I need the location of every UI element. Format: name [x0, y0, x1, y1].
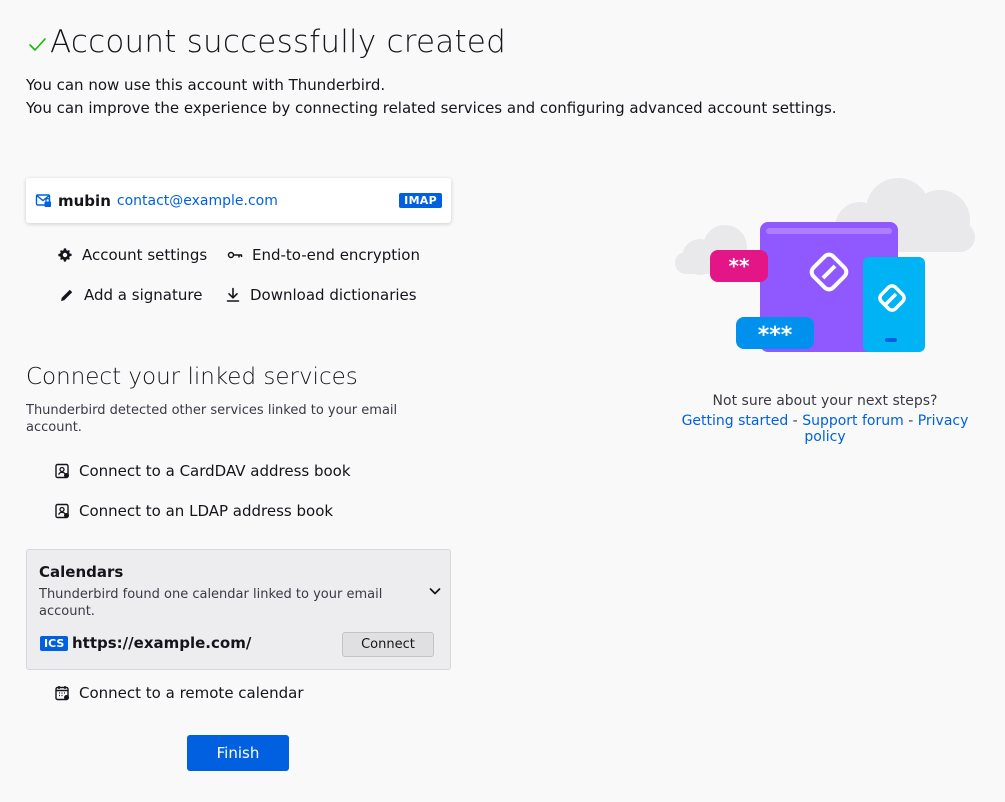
link-separator: - [903, 413, 918, 429]
download-dictionaries-link[interactable]: Download dictionaries [225, 286, 417, 304]
checkmark-icon [29, 38, 46, 51]
e2e-encryption-link[interactable]: End-to-end encryption [227, 246, 420, 264]
intro-line-2: You can improve the experience by connec… [26, 99, 837, 117]
linked-services-desc: Thunderbird detected other services link… [26, 403, 398, 435]
finish-button[interactable]: Finish [187, 735, 289, 771]
calendar-url: https://example.com/ [72, 634, 252, 652]
account-card: mubin contact@example.com IMAP [26, 178, 451, 223]
calendar-icon [55, 686, 69, 701]
gear-icon [58, 248, 72, 262]
svg-text:**: ** [729, 254, 750, 278]
account-settings-label: Account settings [82, 246, 208, 264]
connect-calendar-button[interactable]: Connect [342, 632, 434, 657]
account-illustration: ** *** [675, 178, 975, 352]
svg-text:***: *** [758, 323, 793, 348]
support-forum-link[interactable]: Support forum [802, 413, 904, 429]
carddav-link[interactable]: Connect to a CardDAV address book [54, 462, 351, 480]
account-settings-link[interactable]: Account settings [57, 246, 207, 264]
calendars-title: Calendars [39, 563, 124, 581]
linked-services-title: Connect your linked services [26, 364, 358, 390]
title-row: Account successfully created [26, 24, 506, 60]
remote-calendar-label: Connect to a remote calendar [79, 684, 304, 702]
link-separator: - [788, 413, 803, 429]
e2e-label: End-to-end encryption [252, 246, 420, 264]
calendars-desc: Thunderbird found one calendar linked to… [39, 587, 383, 619]
add-signature-link[interactable]: Add a signature [59, 286, 202, 304]
help-prompt: Not sure about your next steps? [712, 393, 938, 409]
download-icon [226, 287, 240, 302]
mail-lock-icon [35, 194, 51, 207]
getting-started-link[interactable]: Getting started [682, 413, 789, 429]
address-book-icon [55, 503, 69, 519]
account-email: contact@example.com [116, 192, 278, 209]
calendars-panel: Calendars Thunderbird found one calendar… [26, 549, 451, 670]
remote-calendar-link[interactable]: Connect to a remote calendar [54, 684, 304, 702]
chevron-down-icon[interactable] [427, 583, 443, 599]
pencil-icon [61, 289, 73, 301]
intro-line-1: You can now use this account with Thunde… [26, 76, 386, 94]
account-name: mubin [58, 191, 111, 210]
carddav-label: Connect to a CardDAV address book [79, 462, 351, 480]
key-icon [227, 251, 243, 259]
address-book-icon [55, 463, 69, 479]
page-title: Account successfully created [50, 24, 506, 60]
intro-text: You can now use this account with Thunde… [26, 74, 837, 120]
ldap-link[interactable]: Connect to an LDAP address book [54, 502, 333, 520]
calendar-type-badge: ICS [40, 636, 69, 651]
protocol-badge: IMAP [399, 193, 442, 208]
dictionaries-label: Download dictionaries [250, 286, 417, 304]
help-links: Getting started - Support forum - Privac… [665, 413, 985, 445]
signature-label: Add a signature [84, 286, 203, 304]
ldap-label: Connect to an LDAP address book [79, 502, 334, 520]
